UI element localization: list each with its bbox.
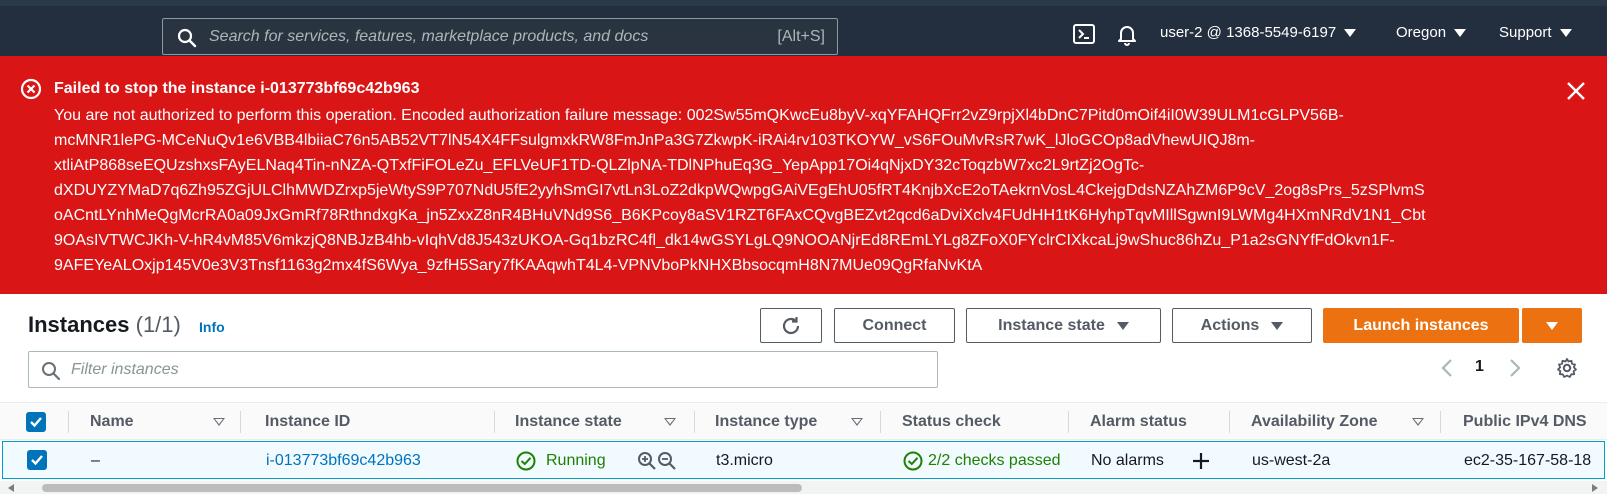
chevron-down-icon — [1559, 28, 1572, 37]
account-menu[interactable]: user-2 @ 1368-5549-6197 — [1160, 24, 1357, 41]
column-divider — [1068, 411, 1069, 433]
search-placeholder: Search for services, features, marketpla… — [209, 28, 649, 45]
table-header: Name Instance ID Instance state Instance… — [0, 402, 1607, 440]
cell-instance-id-link[interactable]: i-013773bf69c42b963 — [266, 452, 421, 470]
table-row[interactable]: – i-013773bf69c42b963 Running t3.micro 2… — [2, 441, 1605, 479]
cell-alarm-status: No alarms — [1091, 452, 1164, 469]
cell-instance-type: t3.micro — [716, 452, 773, 469]
sort-down-icon[interactable] — [213, 418, 225, 426]
error-icon — [20, 78, 42, 100]
column-divider — [1440, 411, 1441, 433]
cell-availability-zone: us-west-2a — [1252, 452, 1331, 469]
launch-instances-label: Launch instances — [1353, 316, 1489, 334]
chevron-down-icon — [1546, 321, 1558, 330]
cell-status-check: 2/2 checks passed — [928, 452, 1061, 469]
scrollbar-thumb[interactable] — [42, 484, 802, 492]
running-check-icon — [516, 451, 536, 471]
row-checkbox[interactable] — [27, 450, 47, 470]
select-all-checkbox[interactable] — [26, 412, 46, 432]
error-flash-banner: Failed to stop the instance i-013773bf69… — [0, 56, 1607, 294]
chevron-down-icon — [1116, 321, 1129, 330]
checkmark-icon — [30, 417, 42, 428]
info-link[interactable]: Info — [199, 319, 225, 335]
column-divider — [880, 411, 881, 433]
chevron-down-icon — [1271, 321, 1284, 330]
column-header-instance-state[interactable]: Instance state — [515, 413, 622, 431]
column-header-status-check[interactable]: Status check — [902, 413, 1001, 431]
column-header-instance-id[interactable]: Instance ID — [265, 413, 350, 431]
sort-down-icon[interactable] — [1412, 418, 1424, 426]
gear-icon[interactable] — [1556, 357, 1578, 379]
sort-down-icon[interactable] — [851, 418, 863, 426]
cell-instance-state: Running — [546, 452, 606, 469]
account-label: user-2 @ 1368-5549-6197 — [1160, 24, 1337, 41]
column-divider — [694, 411, 695, 433]
instance-state-button[interactable]: Instance state — [966, 308, 1161, 343]
filter-placeholder: Filter instances — [71, 361, 179, 378]
horizontal-scrollbar[interactable] — [0, 481, 1607, 494]
global-search-input[interactable]: Search for services, features, marketpla… — [162, 18, 838, 55]
flash-message-line: dXDUYZYMaD7q6Zh95ZGjULClhMWDZrxp5jeWtyS9… — [54, 182, 1425, 199]
status-check-icon — [903, 451, 923, 471]
flash-message: You are not authorized to perform this o… — [54, 103, 1554, 278]
checkmark-icon — [31, 455, 43, 466]
column-divider — [68, 411, 69, 433]
support-label: Support — [1499, 24, 1552, 41]
column-divider — [1229, 411, 1230, 433]
connect-label: Connect — [862, 316, 927, 334]
instances-count: (1/1) — [135, 312, 181, 337]
chevron-down-icon — [1454, 28, 1467, 37]
bell-icon[interactable] — [1115, 22, 1139, 46]
flash-message-line: 9OAsIVTWCJKh-V-hR4vM85V6mkzjQ8NBJzB4hb-v… — [54, 232, 1395, 249]
region-menu[interactable]: Oregon — [1396, 24, 1467, 41]
chevron-left-icon[interactable] — [1440, 357, 1454, 379]
column-header-public-dns[interactable]: Public IPv4 DNS — [1463, 413, 1587, 431]
refresh-icon — [782, 316, 800, 334]
page-title: Instances (1/1) — [28, 312, 181, 338]
support-menu[interactable]: Support — [1499, 24, 1572, 41]
cell-public-dns: ec2-35-167-58-18 — [1464, 452, 1592, 469]
instance-state-label: Instance state — [998, 316, 1105, 334]
filter-instances-input[interactable]: Filter instances — [28, 351, 938, 388]
chevron-right-icon[interactable] — [1508, 357, 1522, 379]
search-icon — [177, 28, 197, 48]
instances-title: Instances — [28, 312, 130, 337]
cloudshell-icon[interactable] — [1072, 22, 1096, 46]
search-shortcut-hint: [Alt+S] — [777, 28, 825, 45]
column-header-name[interactable]: Name — [90, 413, 134, 431]
refresh-button[interactable] — [760, 308, 822, 343]
scroll-left-icon[interactable] — [8, 484, 14, 492]
flash-message-line: 9AFEYeALOxjp145V0e3V3Tnsf1163g2mx4fS6Wya… — [54, 257, 983, 274]
column-divider — [494, 411, 495, 433]
flash-message-line: xtliAtP868seEQUzshxsFAyELNaq4Tin-nNZA-QT… — [54, 157, 1145, 174]
zoom-in-icon[interactable] — [637, 451, 657, 471]
flash-message-line: You are not authorized to perform this o… — [54, 107, 1344, 124]
flash-message-line: mcMNR1lePG-MCeNuQv1e6VBB4lbiiaC76n5AB52V… — [54, 132, 1255, 149]
page-number[interactable]: 1 — [1475, 358, 1484, 376]
column-divider — [240, 411, 241, 433]
flash-title: Failed to stop the instance i-013773bf69… — [54, 80, 420, 97]
add-alarm-icon[interactable] — [1191, 451, 1211, 471]
region-label: Oregon — [1396, 24, 1447, 41]
actions-label: Actions — [1200, 316, 1260, 334]
flash-message-line: oACntLYnhMeQgMcrRA0a09JxGmRf78RthndxgKa_… — [54, 207, 1426, 224]
launch-instances-button[interactable]: Launch instances — [1323, 308, 1519, 343]
launch-instances-dropdown[interactable] — [1522, 308, 1582, 343]
zoom-out-icon[interactable] — [657, 451, 677, 471]
column-header-instance-type[interactable]: Instance type — [715, 413, 817, 431]
column-header-availability-zone[interactable]: Availability Zone — [1251, 413, 1378, 431]
top-navigation-bar: Search for services, features, marketpla… — [0, 0, 1607, 56]
close-icon[interactable] — [1565, 80, 1587, 102]
sort-down-icon[interactable] — [664, 418, 676, 426]
search-icon — [42, 362, 61, 381]
cell-name: – — [91, 452, 100, 469]
connect-button[interactable]: Connect — [834, 308, 955, 343]
scroll-right-icon[interactable] — [1592, 484, 1598, 492]
chevron-down-icon — [1344, 28, 1357, 37]
actions-button[interactable]: Actions — [1172, 308, 1312, 343]
column-header-alarm-status[interactable]: Alarm status — [1090, 413, 1187, 431]
